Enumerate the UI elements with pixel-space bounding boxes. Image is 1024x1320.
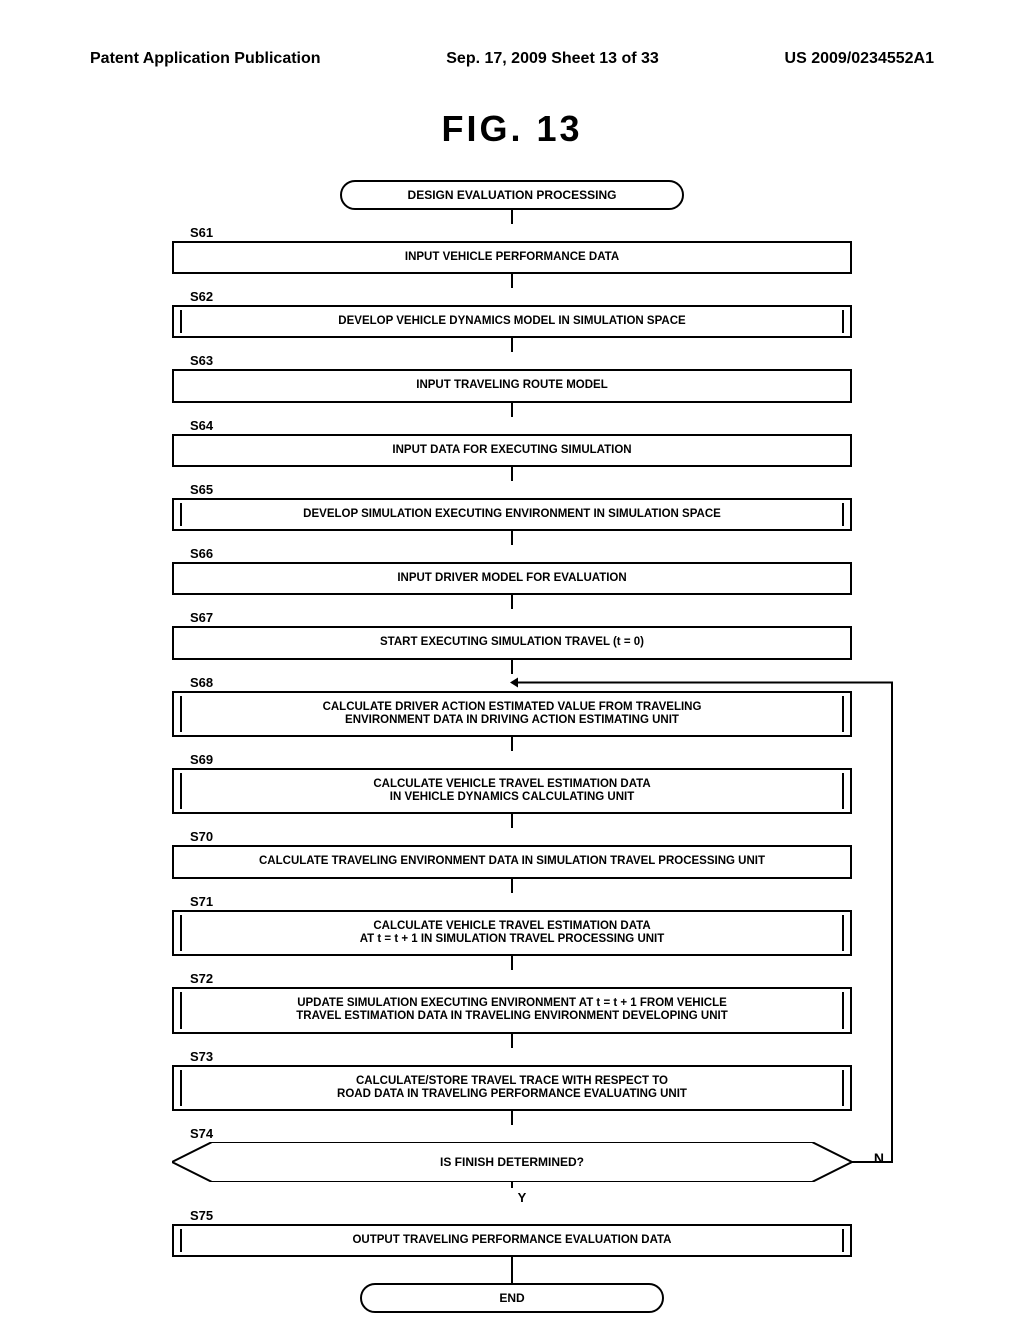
process-s69: CALCULATE VEHICLE TRAVEL ESTIMATION DATA…	[172, 768, 852, 814]
connector	[511, 467, 513, 481]
connector	[511, 1111, 513, 1125]
step-label-s63: S63	[188, 353, 215, 368]
connector	[511, 956, 513, 970]
decision-s74: IS FINISH DETERMINED? N	[172, 1142, 852, 1182]
process-s63: INPUT TRAVELING ROUTE MODEL	[172, 369, 852, 402]
process-s73: CALCULATE/STORE TRAVEL TRACE WITH RESPEC…	[172, 1065, 852, 1111]
connector	[511, 737, 513, 751]
process-s65: DEVELOP SIMULATION EXECUTING ENVIRONMENT…	[172, 498, 852, 531]
step-label-s70: S70	[188, 829, 215, 844]
flowchart: DESIGN EVALUATION PROCESSING S61INPUT VE…	[172, 180, 852, 1313]
connector	[511, 1034, 513, 1048]
connector	[511, 274, 513, 288]
step-label-s71: S71	[188, 894, 215, 909]
process-s61: INPUT VEHICLE PERFORMANCE DATA	[172, 241, 852, 274]
terminator-end: END	[360, 1283, 664, 1313]
decision-text: IS FINISH DETERMINED?	[172, 1142, 852, 1182]
step-label-s67: S67	[188, 610, 215, 625]
step-label-s73: S73	[188, 1049, 215, 1064]
process-s71: CALCULATE VEHICLE TRAVEL ESTIMATION DATA…	[172, 910, 852, 956]
process-s64: INPUT DATA FOR EXECUTING SIMULATION	[172, 434, 852, 467]
connector	[511, 660, 513, 674]
step-label-s65: S65	[188, 482, 215, 497]
process-s67: START EXECUTING SIMULATION TRAVEL (t = 0…	[172, 626, 852, 659]
step-label-s75: S75	[188, 1208, 215, 1223]
connector	[511, 879, 513, 893]
connector	[511, 1182, 513, 1188]
page: Patent Application Publication Sep. 17, …	[0, 0, 1024, 1320]
header-left: Patent Application Publication	[90, 50, 321, 68]
process-s70: CALCULATE TRAVELING ENVIRONMENT DATA IN …	[172, 845, 852, 878]
step-label-s61: S61	[188, 225, 215, 240]
step-label-s72: S72	[188, 971, 215, 986]
header-center: Sep. 17, 2009 Sheet 13 of 33	[446, 50, 659, 68]
process-s72: UPDATE SIMULATION EXECUTING ENVIRONMENT …	[172, 987, 852, 1033]
step-label-s69: S69	[188, 752, 215, 767]
figure-title: FIG. 13	[90, 108, 934, 150]
connector	[511, 210, 513, 224]
step-label-s74: S74	[188, 1126, 215, 1141]
process-s66: INPUT DRIVER MODEL FOR EVALUATION	[172, 562, 852, 595]
step-label-s68: S68	[188, 675, 215, 690]
connector	[511, 531, 513, 545]
process-s62: DEVELOP VEHICLE DYNAMICS MODEL IN SIMULA…	[172, 305, 852, 338]
step-label-s64: S64	[188, 418, 215, 433]
decision-no-label: N	[874, 1150, 884, 1166]
page-header: Patent Application Publication Sep. 17, …	[90, 50, 934, 68]
header-right: US 2009/0234552A1	[785, 50, 934, 68]
step-label-s62: S62	[188, 289, 215, 304]
connector	[511, 595, 513, 609]
connector	[511, 814, 513, 828]
process-s75: OUTPUT TRAVELING PERFORMANCE EVALUATION …	[172, 1224, 852, 1257]
decision-yes-label: Y	[192, 1190, 852, 1205]
terminator-start: DESIGN EVALUATION PROCESSING	[340, 180, 684, 210]
process-s68: CALCULATE DRIVER ACTION ESTIMATED VALUE …	[172, 691, 852, 737]
connector	[511, 403, 513, 417]
step-label-s66: S66	[188, 546, 215, 561]
connector	[511, 338, 513, 352]
connector	[511, 1257, 513, 1283]
